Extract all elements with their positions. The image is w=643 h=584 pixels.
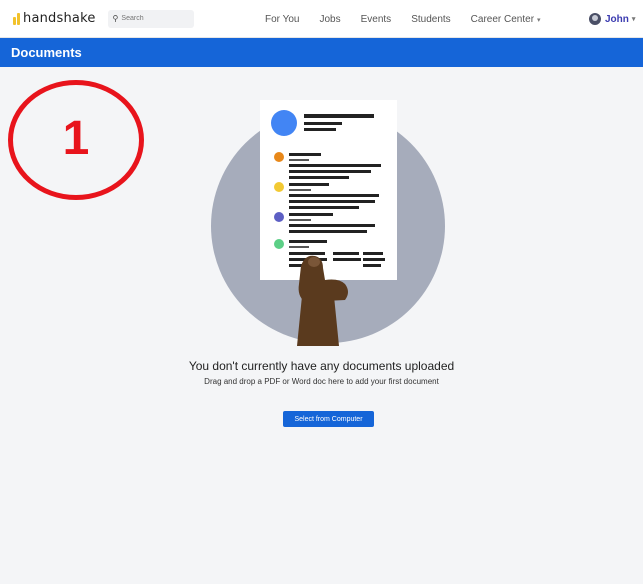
chevron-down-icon: ▾ (537, 16, 541, 24)
step-annotation-number: 1 (62, 111, 90, 165)
user-chevron-down-icon: ▾ (631, 16, 636, 23)
documents-header: Documents (0, 38, 643, 67)
nav-for-you[interactable]: For You (265, 14, 299, 25)
page-title: Documents (11, 45, 82, 60)
illustration-bullet-yellow (274, 182, 284, 192)
nav-students[interactable]: Students (411, 14, 450, 25)
user-menu[interactable]: John ▾ (589, 0, 635, 38)
illustration-bullet-orange (274, 152, 284, 162)
illustration-document-avatar (271, 110, 297, 136)
search-input[interactable] (121, 15, 182, 22)
nav-jobs[interactable]: Jobs (319, 14, 340, 25)
handshake-logo-icon (13, 12, 20, 25)
empty-state-subtext: Drag and drop a PDF or Word doc here to … (204, 377, 439, 386)
illustration-bullet-green (274, 239, 284, 249)
empty-documents-illustration (211, 100, 445, 346)
handshake-logo[interactable]: handshake (13, 11, 96, 26)
search-box[interactable]: ⚲ (107, 9, 194, 28)
step-annotation-circle: 1 (8, 80, 144, 200)
top-navigation: handshake ⚲ For You Jobs Events Students… (0, 0, 643, 38)
brand-name: handshake (23, 11, 96, 26)
user-name: John (605, 13, 629, 25)
search-icon: ⚲ (112, 14, 119, 23)
nav-career-center-label: Career Center (470, 13, 535, 25)
nav-career-center[interactable]: Career Center ▾ (471, 14, 541, 25)
select-from-computer-button[interactable]: Select from Computer (283, 411, 374, 427)
nav-links: For You Jobs Events Students Career Cent… (265, 0, 541, 38)
illustration-bullet-purple (274, 212, 284, 222)
avatar (589, 13, 601, 25)
nav-events[interactable]: Events (361, 14, 392, 25)
empty-state-heading: You don't currently have any documents u… (188, 359, 455, 373)
